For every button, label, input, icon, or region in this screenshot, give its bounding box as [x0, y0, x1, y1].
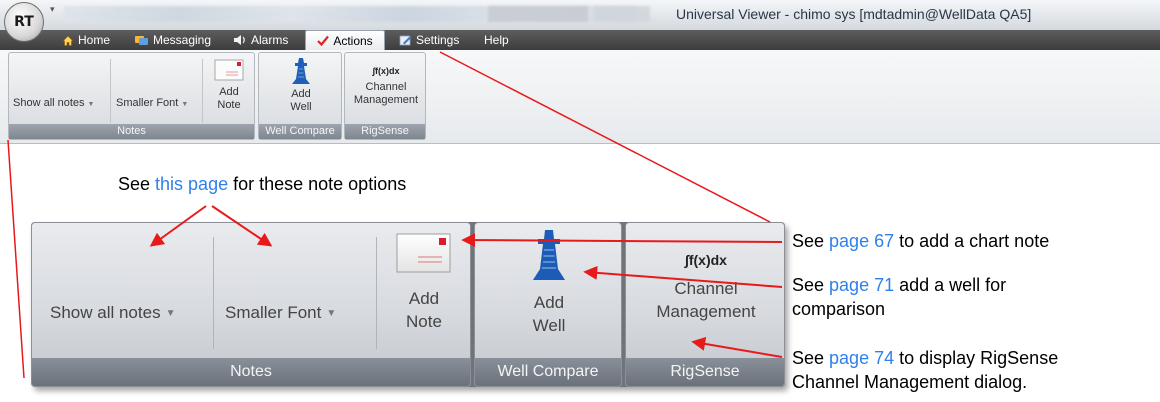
window-title: Universal Viewer - chimo sys [mdtadmin@W… [676, 6, 1032, 22]
note-options-annotation: See this page for these note options [118, 172, 406, 196]
zoomed-add-note-label-1: Add [408, 289, 440, 308]
zoomed-smaller-font-button[interactable]: Smaller Font ▼ [225, 301, 336, 325]
channel-management-label-2: Management [353, 94, 419, 106]
alarm-speaker-icon [234, 35, 245, 45]
zoomed-rigsense-group-label: RigSense [626, 358, 784, 386]
checkmark-icon [317, 35, 330, 46]
settings-icon [399, 35, 412, 46]
integral-formula-icon: ∫f(x)dx [685, 252, 727, 268]
zoomed-smaller-font-label: Smaller Font [225, 303, 322, 322]
this-page-link[interactable]: this page [155, 174, 228, 194]
menu-bar: Home Messaging Alarms Actions Settings H… [0, 30, 1160, 50]
tab-settings[interactable]: Settings [393, 30, 465, 50]
zoomed-ribbon-callout: Show all notes ▼ Smaller Font ▼ Add Note N… [31, 222, 785, 387]
add-well-label-2: Well [290, 101, 312, 113]
tab-settings-label: Settings [416, 33, 460, 47]
rigsense-group-label: RigSense [345, 124, 425, 139]
ribbon: Show all notes ▼ Smaller Font ▼ Add Note N… [0, 50, 1160, 144]
tab-home[interactable]: Home [56, 30, 116, 50]
note-options-prefix: See [118, 174, 156, 194]
tab-help-label: Help [484, 33, 509, 47]
add-well-button[interactable]: Add Well [259, 57, 343, 114]
page-74-link[interactable]: page 74 [829, 348, 894, 368]
chevron-down-icon: ▼ [181, 101, 189, 108]
add-well-annotation: See page 71 add a well for comparison [792, 273, 1006, 321]
separator [110, 59, 111, 123]
zoomed-notes-group-label: Notes [32, 358, 470, 386]
rigsense-annotation-suffix: to display RigSense [894, 348, 1059, 368]
add-note-annotation-suffix: to add a chart note [894, 231, 1050, 251]
messaging-icon [135, 36, 148, 45]
separator [376, 237, 377, 349]
page-71-link[interactable]: page 71 [829, 275, 894, 295]
tab-messaging[interactable]: Messaging [128, 30, 217, 50]
tab-alarms-label: Alarms [251, 33, 289, 47]
smaller-font-label: Smaller Font [116, 97, 179, 109]
add-note-annotation-prefix: See [792, 231, 830, 251]
zoomed-channel-management-button[interactable]: ∫f(x)dx Channel Management [626, 251, 784, 323]
zoomed-add-well-label-2: Well [532, 316, 566, 335]
well-compare-group-label: Well Compare [259, 124, 341, 139]
channel-management-label-1: Channel [365, 81, 407, 93]
app-logo-button[interactable]: RT [4, 2, 44, 42]
quick-access-dropdown-icon[interactable]: ▾ [50, 4, 55, 15]
well-compare-group: Add Well Well Compare [258, 52, 342, 140]
tab-alarms[interactable]: Alarms [227, 30, 294, 50]
oil-rig-icon [533, 230, 565, 280]
rigsense-annotation-line2: Channel Management dialog. [792, 372, 1028, 392]
zoomed-notes-group: Show all notes ▼ Smaller Font ▼ Add Note N… [31, 222, 471, 387]
zoomed-add-note-button[interactable]: Add Note [382, 231, 466, 333]
add-note-label-2: Note [217, 99, 241, 111]
envelope-note-icon [396, 233, 451, 273]
chevron-down-icon: ▼ [87, 101, 95, 108]
quick-access-toolbar-item [594, 6, 650, 22]
tab-home-label: Home [78, 33, 111, 47]
channel-management-button[interactable]: ∫f(x)dx Channel Management [345, 65, 427, 107]
zoomed-add-well-label-1: Add [533, 293, 565, 312]
integral-formula-icon: ∫f(x)dx [372, 66, 400, 76]
zoomed-well-compare-group-label: Well Compare [475, 358, 621, 386]
chevron-down-icon: ▼ [326, 308, 337, 320]
add-note-annotation: See page 67 to add a chart note [792, 229, 1049, 253]
tab-help[interactable]: Help [478, 30, 515, 50]
chevron-down-icon: ▼ [165, 308, 176, 320]
add-well-annotation-line2: comparison [792, 299, 886, 319]
tab-messaging-label: Messaging [153, 33, 212, 47]
zoomed-channel-management-label-1: Channel [674, 279, 738, 298]
zoomed-show-all-notes-button[interactable]: Show all notes ▼ [50, 301, 175, 325]
separator [213, 237, 214, 349]
add-note-label-1: Add [219, 86, 239, 98]
smaller-font-button[interactable]: Smaller Font ▼ [116, 97, 188, 111]
note-options-suffix: for these note options [228, 174, 407, 194]
quick-access-toolbar-item [488, 6, 588, 22]
add-note-button[interactable]: Add Note [207, 58, 251, 112]
zoomed-add-note-label-2: Note [406, 312, 442, 331]
zoomed-add-well-button[interactable]: Add Well [475, 229, 621, 337]
zoom-connector-left [7, 139, 25, 379]
zoomed-show-all-notes-label: Show all notes [50, 303, 161, 322]
zoomed-rigsense-group: ∫f(x)dx Channel Management RigSense [625, 222, 785, 387]
oil-rig-icon [292, 58, 310, 84]
title-bar: ▾ Universal Viewer - chimo sys [mdtadmin… [0, 0, 1160, 30]
notes-group: Show all notes ▼ Smaller Font ▼ Add Note N… [8, 52, 255, 140]
zoomed-channel-management-label-2: Management [656, 302, 756, 321]
tab-actions[interactable]: Actions [305, 30, 385, 50]
add-well-label-1: Add [291, 88, 311, 100]
envelope-note-icon [214, 59, 244, 81]
rigsense-annotation: See page 74 to display RigSense Channel … [792, 346, 1058, 394]
rigsense-group: ∫f(x)dx Channel Management RigSense [344, 52, 426, 140]
app-logo-text: RT [14, 14, 34, 30]
home-icon [62, 35, 74, 46]
page-67-link[interactable]: page 67 [829, 231, 894, 251]
add-well-annotation-prefix: See [792, 275, 830, 295]
separator [202, 59, 203, 123]
tab-actions-label: Actions [333, 33, 373, 48]
show-all-notes-button[interactable]: Show all notes ▼ [13, 97, 94, 111]
notes-group-label: Notes [9, 124, 254, 139]
zoomed-well-compare-group: Add Well Well Compare [474, 222, 622, 387]
show-all-notes-label: Show all notes [13, 97, 85, 109]
add-well-annotation-suffix: add a well for [894, 275, 1007, 295]
rigsense-annotation-prefix: See [792, 348, 830, 368]
